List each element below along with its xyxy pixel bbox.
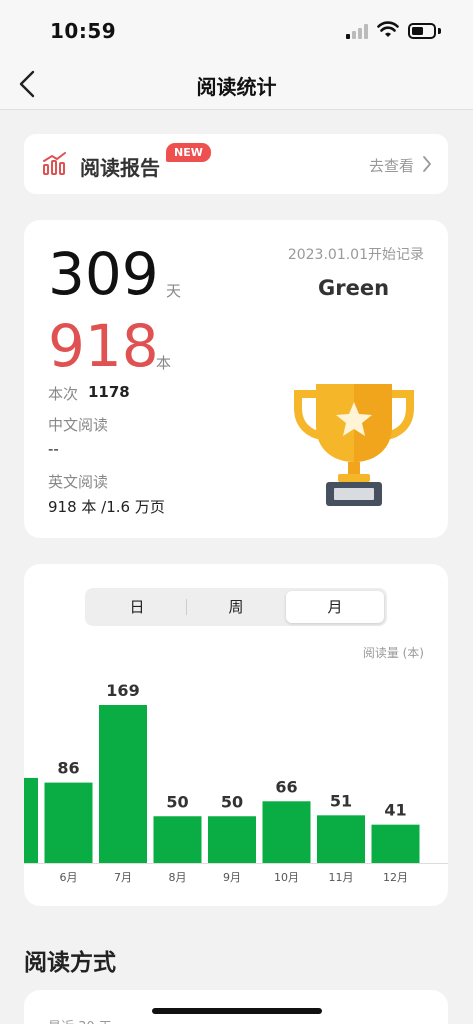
chart-bar[interactable]	[153, 816, 202, 863]
books-read-count: 918	[48, 312, 159, 380]
english-reading-label: 英文阅读	[48, 473, 109, 491]
new-badge: NEW	[166, 143, 211, 162]
chart-unit-label: 阅读量 (本)	[362, 646, 424, 660]
recent-30-days-label: 最近 30 天	[48, 1016, 112, 1024]
x-tick-label: 6月	[60, 871, 78, 884]
bar-value-label: 91	[24, 754, 25, 773]
battery-icon	[408, 23, 436, 39]
view-report-link[interactable]: 去查看	[369, 155, 414, 176]
chart-bar[interactable]	[262, 801, 311, 863]
bar-value-label: 66	[275, 777, 297, 796]
status-time: 10:59	[50, 19, 117, 43]
report-title: 阅读报告	[80, 156, 160, 180]
x-tick-label: 11月	[329, 871, 354, 884]
chart-bar[interactable]	[317, 815, 365, 863]
home-indicator	[152, 1008, 322, 1014]
bar-value-label: 169	[106, 681, 139, 700]
bar-value-label: 86	[57, 759, 79, 778]
tab-day[interactable]: 日	[88, 591, 186, 623]
x-tick-label: 12月	[383, 871, 408, 884]
bar-value-label: 50	[221, 792, 243, 811]
tab-month[interactable]: 月	[286, 591, 384, 623]
chevron-right-icon	[423, 156, 431, 172]
bar-value-label: 50	[166, 792, 188, 811]
reading-method-title: 阅读方式	[24, 950, 116, 976]
chart-bar[interactable]	[371, 824, 420, 863]
reading-report-card[interactable]: 阅读报告 NEW 去查看	[24, 134, 448, 194]
chinese-reading-value: --	[48, 440, 59, 458]
reading-stats-card: 309 天 918 本 2023.01.01开始记录 Green 本次 1178…	[24, 220, 448, 538]
english-reading-value: 918 本 /1.6 万页	[48, 498, 165, 516]
times-label: 本次	[48, 385, 79, 403]
x-tick-label: 9月	[223, 871, 241, 884]
period-segmented-control: 日 周 月	[85, 588, 387, 626]
days-unit: 天	[166, 282, 182, 300]
trophy-icon	[294, 384, 414, 506]
tab-week[interactable]: 周	[187, 591, 285, 623]
nav-bar: 阅读统计	[0, 60, 473, 110]
chart-bar[interactable]	[24, 777, 38, 863]
reading-chart-card: 日 周 月 阅读量 (本) 915月866月1697月508月509月6610月…	[24, 564, 448, 906]
page-title: 阅读统计	[196, 75, 277, 99]
status-bar: 10:59	[0, 0, 473, 60]
cellular-signal-icon	[346, 24, 370, 39]
user-name: Green	[318, 276, 390, 300]
chinese-reading-label: 中文阅读	[48, 416, 109, 434]
times-value: 1178	[88, 383, 130, 401]
monthly-bar-chart[interactable]: 915月866月1697月508月509月6610月5111月4112月	[24, 664, 448, 894]
x-tick-label: 8月	[169, 871, 187, 884]
bar-value-label: 51	[330, 791, 352, 810]
x-tick-label: 10月	[274, 871, 299, 884]
report-chart-icon	[43, 152, 66, 175]
x-tick-label: 7月	[114, 871, 132, 884]
chart-bar[interactable]	[44, 782, 93, 863]
chart-bar[interactable]	[99, 705, 147, 863]
reading-days-count: 309	[48, 240, 159, 308]
bar-value-label: 41	[384, 801, 406, 820]
books-unit: 本	[156, 354, 172, 372]
wifi-icon	[377, 21, 399, 37]
reading-method-card: 最近 30 天	[24, 990, 448, 1024]
record-start-date: 2023.01.01开始记录	[287, 247, 424, 263]
chart-bar[interactable]	[208, 816, 256, 863]
